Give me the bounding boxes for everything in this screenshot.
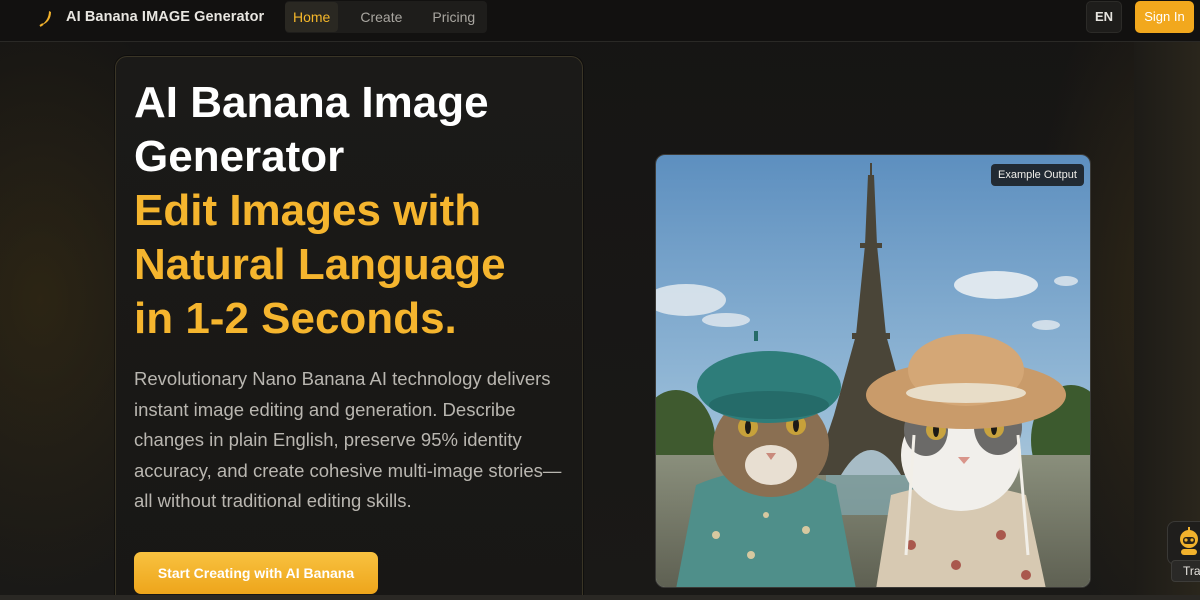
hero-accent-line2: Natural Language — [134, 240, 506, 289]
sign-in-button[interactable]: Sign In — [1135, 1, 1194, 33]
banana-logo-icon[interactable] — [36, 8, 56, 28]
right-background-glow — [1134, 42, 1200, 600]
nav-link-pricing[interactable]: Pricing — [424, 2, 483, 32]
hero-description: Revolutionary Nano Banana AI technology … — [134, 368, 562, 511]
hero-accent-line1: Edit Images with — [134, 186, 482, 235]
brand-name[interactable]: AI Banana IMAGE Generator — [66, 9, 264, 25]
chat-widget-button[interactable] — [1167, 521, 1200, 565]
hero-accent-line3: in 1-2 Seconds. — [134, 294, 457, 343]
nav-link-home[interactable]: Home — [285, 2, 339, 32]
top-navbar: AI Banana IMAGE Generator Home Create Pr… — [0, 0, 1200, 42]
hero-title-line1: AI Banana Image — [134, 78, 489, 127]
hero-title: AI Banana Image Generator Edit Images wi… — [134, 76, 574, 346]
nav-link-create[interactable]: Create — [352, 2, 410, 32]
robot-mascot-icon — [1180, 527, 1198, 555]
nav-links: Home Create Pricing — [285, 1, 487, 33]
example-output-image — [655, 154, 1091, 588]
example-output-badge: Example Output — [991, 164, 1084, 186]
two-cats-eiffel-tower-image — [656, 155, 1090, 587]
language-button[interactable]: EN — [1086, 1, 1122, 33]
hero-title-line2: Generator — [134, 132, 345, 181]
widget-tooltip: Tra — [1171, 560, 1200, 582]
bottom-edge — [0, 595, 1200, 600]
start-creating-button[interactable]: Start Creating with AI Banana — [134, 552, 378, 594]
